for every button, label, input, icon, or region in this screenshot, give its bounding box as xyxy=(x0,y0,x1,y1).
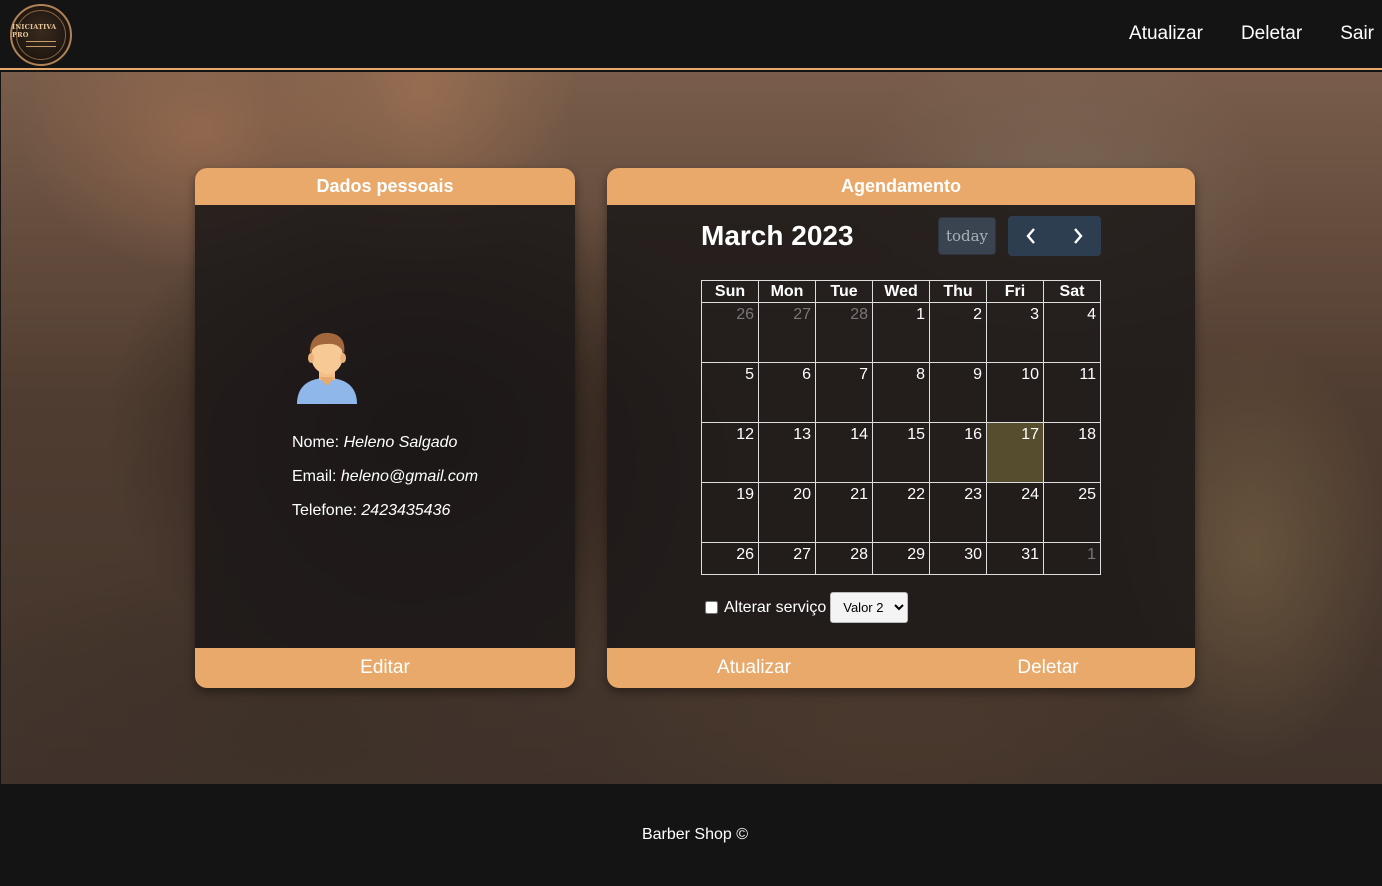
phone-value: 2423435436 xyxy=(361,502,451,519)
calendar-week-row: 19 20 21 22 23 24 25 xyxy=(701,482,1101,543)
calendar-week-row: 5 6 7 8 9 10 11 xyxy=(701,362,1101,423)
calendar-day-cell[interactable]: 28 xyxy=(815,542,873,575)
calendar-day-cell[interactable]: 30 xyxy=(929,542,987,575)
weekday-sun: Sun xyxy=(701,280,759,303)
calendar-day-cell[interactable]: 31 xyxy=(986,542,1044,575)
weekday-thu: Thu xyxy=(929,280,987,303)
personal-data-card: Dados pessoais Nome: Heleno Salgado Emai… xyxy=(195,168,575,688)
schedule-card: Agendamento March 2023 today Sun Mon Tue… xyxy=(607,168,1195,688)
calendar-next-button[interactable] xyxy=(1055,216,1102,256)
calendar-day-cell[interactable]: 7 xyxy=(815,362,873,423)
user-avatar-icon xyxy=(297,332,357,404)
page-footer: Barber Shop © xyxy=(0,784,1382,886)
alter-service-label: Alterar serviço xyxy=(724,598,827,616)
calendar-grid: Sun Mon Tue Wed Thu Fri Sat 26 27 28 1 2 3 4 5 6… xyxy=(701,280,1101,575)
footer-text: Barber Shop © xyxy=(641,826,749,843)
calendar-day-cell[interactable]: 22 xyxy=(872,482,930,543)
calendar-week-row: 26 27 28 29 30 31 1 xyxy=(701,542,1101,575)
service-select[interactable]: Valor 2 xyxy=(830,592,909,623)
schedule-card-title: Agendamento xyxy=(607,168,1195,205)
weekday-fri: Fri xyxy=(986,280,1044,303)
nav-sair-link[interactable]: Sair xyxy=(1340,23,1374,45)
name-row: Nome: Heleno Salgado xyxy=(292,426,478,460)
email-row: Email: heleno@gmail.com xyxy=(292,460,478,494)
calendar-day-cell[interactable]: 1 xyxy=(1043,542,1101,575)
calendar-day-cell[interactable]: 2 xyxy=(929,302,987,363)
calendar-prev-button[interactable] xyxy=(1008,216,1055,256)
brand-logo[interactable]: INICIATIVA PRO xyxy=(10,4,72,66)
personal-card-footer: Editar xyxy=(195,648,575,688)
phone-label: Telefone: xyxy=(292,502,357,519)
phone-row: Telefone: 2423435436 xyxy=(292,494,478,528)
weekday-wed: Wed xyxy=(872,280,930,303)
calendar-day-cell[interactable]: 16 xyxy=(929,422,987,483)
calendar-day-cell[interactable]: 24 xyxy=(986,482,1044,543)
calendar-day-cell[interactable]: 14 xyxy=(815,422,873,483)
weekday-sat: Sat xyxy=(1043,280,1101,303)
calendar-day-cell[interactable]: 20 xyxy=(758,482,816,543)
calendar-week-row: 26 27 28 1 2 3 4 xyxy=(701,302,1101,363)
top-navbar: INICIATIVA PRO Atualizar Deletar Sair xyxy=(0,0,1382,70)
calendar-nav-buttons xyxy=(1008,216,1101,256)
calendar-day-cell[interactable]: 9 xyxy=(929,362,987,423)
calendar-day-cell[interactable]: 25 xyxy=(1043,482,1101,543)
calendar-day-cell[interactable]: 10 xyxy=(986,362,1044,423)
calendar-week-row: 12 13 14 15 16 17 18 xyxy=(701,422,1101,483)
calendar-day-cell[interactable]: 17 xyxy=(986,422,1044,483)
nav-atualizar-link[interactable]: Atualizar xyxy=(1129,23,1203,45)
chevron-left-icon xyxy=(1026,228,1036,244)
personal-info: Nome: Heleno Salgado Email: heleno@gmail… xyxy=(292,426,478,528)
calendar-body: 26 27 28 1 2 3 4 5 6 7 8 9 10 11 12 13 14 15 16 17 18 19 20 21 2… xyxy=(701,302,1101,575)
schedule-card-footer: Atualizar Deletar xyxy=(607,648,1195,688)
calendar-day-cell[interactable]: 29 xyxy=(872,542,930,575)
calendar-day-cell[interactable]: 18 xyxy=(1043,422,1101,483)
calendar-day-cell[interactable]: 23 xyxy=(929,482,987,543)
calendar-day-cell[interactable]: 5 xyxy=(701,362,759,423)
calendar-day-cell[interactable]: 3 xyxy=(986,302,1044,363)
update-button[interactable]: Atualizar xyxy=(607,648,901,688)
calendar-day-cell[interactable]: 28 xyxy=(815,302,873,363)
calendar-day-cell[interactable]: 15 xyxy=(872,422,930,483)
alter-service-row: Alterar serviço Valor 2 xyxy=(705,592,909,623)
chevron-right-icon xyxy=(1073,228,1083,244)
email-value: heleno@gmail.com xyxy=(340,468,479,485)
calendar-day-cell[interactable]: 4 xyxy=(1043,302,1101,363)
calendar-day-cell[interactable]: 19 xyxy=(701,482,759,543)
main-nav: Atualizar Deletar Sair xyxy=(1091,23,1374,45)
calendar-day-cell[interactable]: 11 xyxy=(1043,362,1101,423)
calendar-day-cell[interactable]: 27 xyxy=(758,542,816,575)
calendar-day-cell[interactable]: 27 xyxy=(758,302,816,363)
calendar-today-button[interactable]: today xyxy=(938,217,996,255)
alter-service-checkbox[interactable] xyxy=(705,601,718,614)
calendar-day-cell[interactable]: 1 xyxy=(872,302,930,363)
edit-button[interactable]: Editar xyxy=(195,648,575,688)
logo-text: INICIATIVA PRO xyxy=(12,23,57,39)
name-label: Nome: xyxy=(292,434,340,451)
weekday-tue: Tue xyxy=(815,280,873,303)
calendar-day-cell[interactable]: 13 xyxy=(758,422,816,483)
logo-ornament xyxy=(26,41,56,47)
calendar-day-cell[interactable]: 26 xyxy=(701,302,759,363)
calendar-day-cell[interactable]: 26 xyxy=(701,542,759,575)
personal-card-title: Dados pessoais xyxy=(195,168,575,205)
delete-button[interactable]: Deletar xyxy=(901,648,1195,688)
name-value: Heleno Salgado xyxy=(343,434,458,451)
weekday-mon: Mon xyxy=(758,280,816,303)
calendar-day-cell[interactable]: 21 xyxy=(815,482,873,543)
nav-deletar-link[interactable]: Deletar xyxy=(1241,23,1302,45)
calendar-day-cell[interactable]: 12 xyxy=(701,422,759,483)
email-label: Email: xyxy=(292,468,337,485)
calendar-day-cell[interactable]: 6 xyxy=(758,362,816,423)
calendar-day-cell[interactable]: 8 xyxy=(872,362,930,423)
calendar-month-title: March 2023 xyxy=(701,220,854,251)
weekday-header-row: Sun Mon Tue Wed Thu Fri Sat xyxy=(701,280,1101,303)
